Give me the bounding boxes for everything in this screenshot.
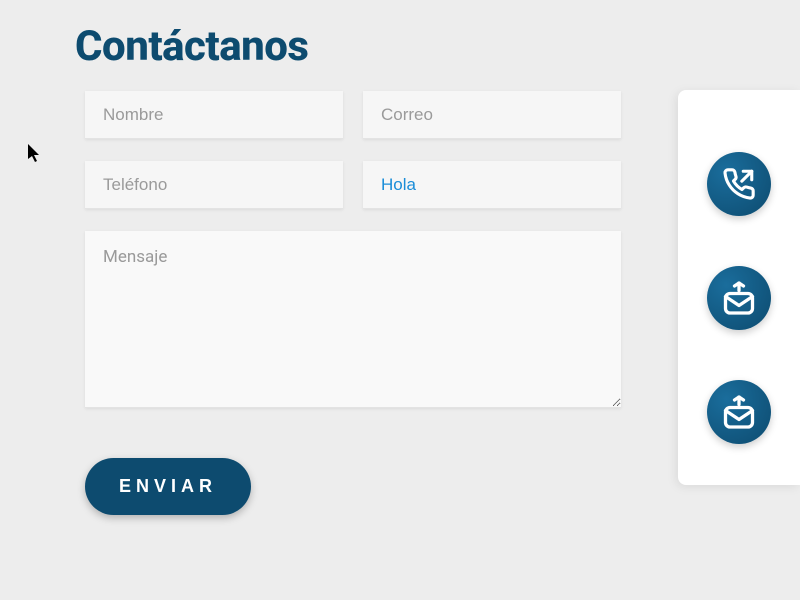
- email-input[interactable]: [363, 91, 621, 139]
- phone-contact-button[interactable]: [707, 152, 771, 216]
- message-textarea[interactable]: [85, 231, 621, 408]
- contact-sidebar: [678, 90, 800, 485]
- email-send-button-2[interactable]: [707, 380, 771, 444]
- name-input[interactable]: [85, 91, 343, 139]
- mail-send-icon: [721, 394, 757, 430]
- phone-input[interactable]: [85, 161, 343, 209]
- phone-out-icon: [722, 167, 756, 201]
- page-title: Contáctanos: [0, 0, 800, 91]
- email-send-button-1[interactable]: [707, 266, 771, 330]
- mail-send-icon: [721, 280, 757, 316]
- subject-input[interactable]: [363, 161, 621, 209]
- submit-button[interactable]: ENVIAR: [85, 458, 251, 515]
